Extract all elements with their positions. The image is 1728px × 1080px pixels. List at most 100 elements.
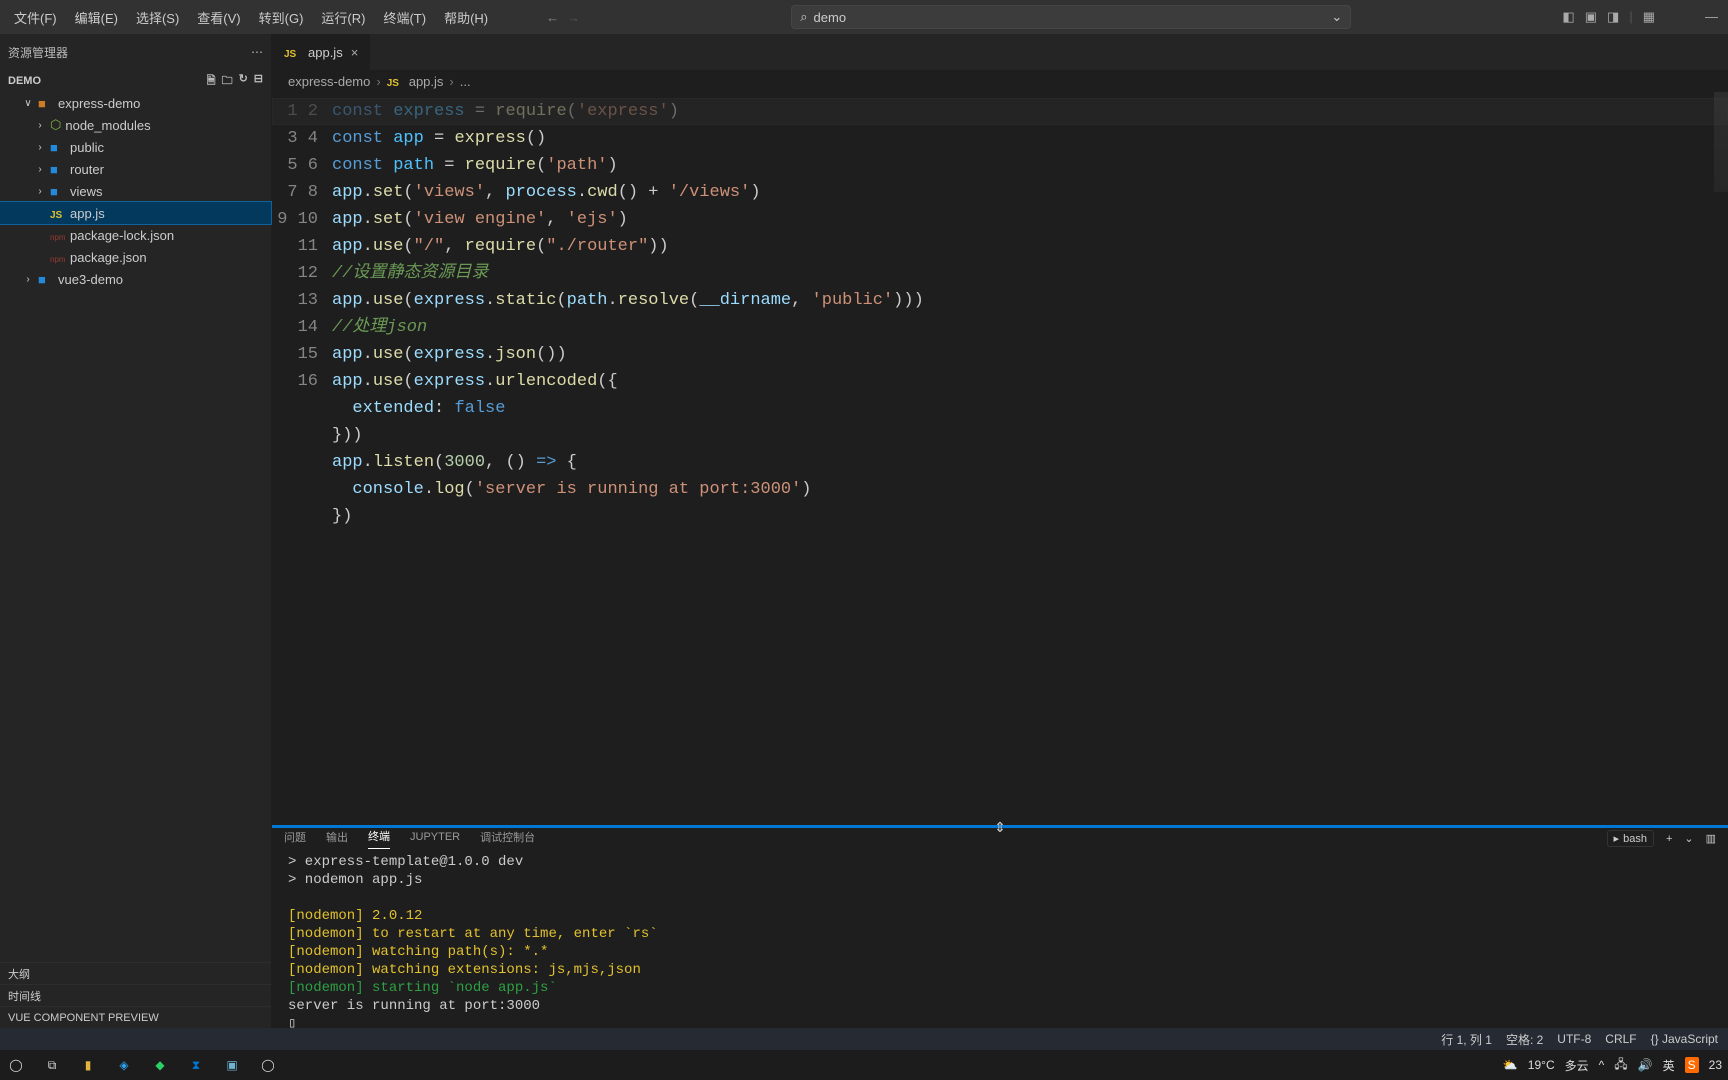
tray-volume-icon[interactable]: 🔊 <box>1638 1058 1653 1072</box>
editor-area: app.js × express-demo › app.js › ... 1 2… <box>272 34 1728 1028</box>
menu-edit[interactable]: 编辑(E) <box>67 4 126 31</box>
menu-help[interactable]: 帮助(H) <box>436 4 496 31</box>
section-vue-preview[interactable]: VUE COMPONENT PREVIEW <box>0 1006 271 1028</box>
terminal-selector[interactable]: ▸ bash <box>1607 830 1654 847</box>
tray-chevron-icon[interactable]: ^ <box>1599 1058 1605 1072</box>
menu-run[interactable]: 运行(R) <box>313 4 373 31</box>
tree-folder-public[interactable]: › public <box>0 136 271 158</box>
app-icon[interactable]: ◆ <box>146 1051 174 1079</box>
panel-tab-jupyter[interactable]: JUPYTER <box>410 831 460 847</box>
breadcrumb[interactable]: express-demo › app.js › ... <box>272 70 1728 92</box>
layout-secondary-side-icon[interactable]: ◨ <box>1607 9 1619 25</box>
tree-item-label: package.json <box>70 250 147 265</box>
tree-item-label: package-lock.json <box>70 228 174 243</box>
nav-arrows: ← → <box>546 10 580 25</box>
status-language[interactable]: {} JavaScript <box>1651 1032 1718 1046</box>
customize-layout-icon[interactable]: ▦ <box>1643 9 1655 25</box>
clock-time[interactable]: 23 <box>1709 1058 1722 1072</box>
panel-resize-handle[interactable]: ⇕ <box>272 825 1728 828</box>
tree-folder-vue3-demo[interactable]: › vue3-demo <box>0 268 271 290</box>
menu-go[interactable]: 转到(G) <box>251 4 312 31</box>
tree-item-label: node_modules <box>65 118 150 133</box>
folder-icon <box>50 140 66 154</box>
close-icon[interactable]: × <box>351 45 359 60</box>
breadcrumb-folder[interactable]: express-demo <box>288 74 370 89</box>
layout-panel-icon[interactable]: ▣ <box>1585 9 1597 25</box>
app-menu: 文件(F) 编辑(E) 选择(S) 查看(V) 转到(G) 运行(R) 终端(T… <box>0 4 496 31</box>
app-icon[interactable]: ◈ <box>110 1051 138 1079</box>
menu-select[interactable]: 选择(S) <box>128 4 187 31</box>
tree-item-label: express-demo <box>58 96 140 111</box>
explorer-title: 资源管理器 <box>8 44 68 61</box>
tree-item-label: vue3-demo <box>58 272 123 287</box>
panel-tab-output[interactable]: 输出 <box>326 829 348 849</box>
app-icon[interactable]: ▣ <box>218 1051 246 1079</box>
new-folder-icon[interactable]: 🗀 <box>222 72 233 91</box>
tree-folder-node-modules[interactable]: ›⬡ node_modules <box>0 114 271 136</box>
tray-ime-icon[interactable]: 英 <box>1663 1057 1675 1074</box>
weather-temp[interactable]: 19°C <box>1528 1058 1555 1072</box>
weather-text[interactable]: 多云 <box>1565 1057 1589 1074</box>
new-terminal-icon[interactable]: + <box>1666 833 1672 845</box>
tab-app-js[interactable]: app.js × <box>272 34 371 70</box>
code-content[interactable]: const express = require('express') const… <box>332 92 1728 825</box>
panel-tab-debug-console[interactable]: 调试控制台 <box>480 829 535 849</box>
section-title[interactable]: DEMO <box>8 75 41 87</box>
tree-item-label: router <box>70 162 104 177</box>
tree-item-label: app.js <box>70 206 105 221</box>
tree-file-package-json[interactable]: package.json <box>0 246 271 268</box>
status-eol[interactable]: CRLF <box>1605 1032 1636 1046</box>
breadcrumb-tail[interactable]: ... <box>460 74 471 89</box>
refresh-icon[interactable]: ↻ <box>239 72 248 91</box>
menu-terminal[interactable]: 终端(T) <box>375 4 434 31</box>
panel-tab-problems[interactable]: 问题 <box>284 829 306 849</box>
resize-cursor-icon: ⇕ <box>994 819 1006 836</box>
explorer-more-icon[interactable]: ⋯ <box>251 45 263 59</box>
terminal-shell-label: bash <box>1623 833 1647 845</box>
js-file-icon <box>284 45 300 59</box>
breadcrumb-file[interactable]: app.js <box>409 74 444 89</box>
tab-label: app.js <box>308 45 343 60</box>
terminal-dropdown-icon[interactable]: ⌄ <box>1684 832 1693 845</box>
minimap[interactable] <box>1714 92 1728 192</box>
tree-item-label: views <box>70 184 103 199</box>
tree-folder-router[interactable]: › router <box>0 158 271 180</box>
file-explorer-icon[interactable] <box>74 1051 102 1079</box>
tree-file-package-lock[interactable]: package-lock.json <box>0 224 271 246</box>
status-cursor[interactable]: 行 1, 列 1 <box>1441 1031 1492 1048</box>
vscode-icon[interactable]: ⧗ <box>182 1051 210 1079</box>
task-view-icon[interactable]: ⧉ <box>38 1051 66 1079</box>
split-terminal-icon[interactable]: ▥ <box>1706 832 1716 845</box>
collapse-all-icon[interactable]: ⊟ <box>254 72 263 91</box>
tree-item-label: public <box>70 140 104 155</box>
layout-primary-side-icon[interactable]: ◧ <box>1562 9 1574 25</box>
folder-icon <box>50 162 66 176</box>
window-minimize-icon[interactable]: — <box>1705 9 1718 25</box>
weather-icon[interactable] <box>1503 1058 1518 1072</box>
title-bar: 文件(F) 编辑(E) 选择(S) 查看(V) 转到(G) 运行(R) 终端(T… <box>0 0 1728 34</box>
status-spaces[interactable]: 空格: 2 <box>1506 1031 1543 1048</box>
panel-tab-terminal[interactable]: 终端 <box>368 828 390 849</box>
js-file-icon <box>50 206 66 220</box>
tree-folder-express-demo[interactable]: ∨ express-demo <box>0 92 271 114</box>
command-center-search[interactable]: ⌕ demo ⌄ <box>791 5 1351 29</box>
search-text: demo <box>814 10 847 25</box>
chevron-down-icon[interactable]: ⌄ <box>1331 9 1342 25</box>
chrome-icon[interactable] <box>254 1051 282 1079</box>
menu-file[interactable]: 文件(F) <box>6 4 65 31</box>
nav-back-icon[interactable]: ← <box>546 10 559 25</box>
section-outline[interactable]: 大纲 <box>0 962 271 984</box>
status-encoding[interactable]: UTF-8 <box>1557 1032 1591 1046</box>
section-timeline[interactable]: 时间线 <box>0 984 271 1006</box>
terminal-output[interactable]: > express-template@1.0.0 dev > nodemon a… <box>272 849 1728 1037</box>
start-icon[interactable]: ◯ <box>2 1051 30 1079</box>
search-icon: ⌕ <box>800 9 807 25</box>
tray-sogou-icon[interactable]: S <box>1685 1057 1699 1073</box>
nav-forward-icon[interactable]: → <box>567 10 580 25</box>
tree-file-app-js[interactable]: app.js <box>0 202 271 224</box>
code-editor[interactable]: 1 2 3 4 5 6 7 8 9 10 11 12 13 14 15 16 c… <box>272 92 1728 825</box>
tray-network-icon[interactable]: 🖧 <box>1614 1055 1627 1076</box>
tree-folder-views[interactable]: › views <box>0 180 271 202</box>
new-file-icon[interactable]: 🗎 <box>207 72 216 91</box>
menu-view[interactable]: 查看(V) <box>189 4 248 31</box>
